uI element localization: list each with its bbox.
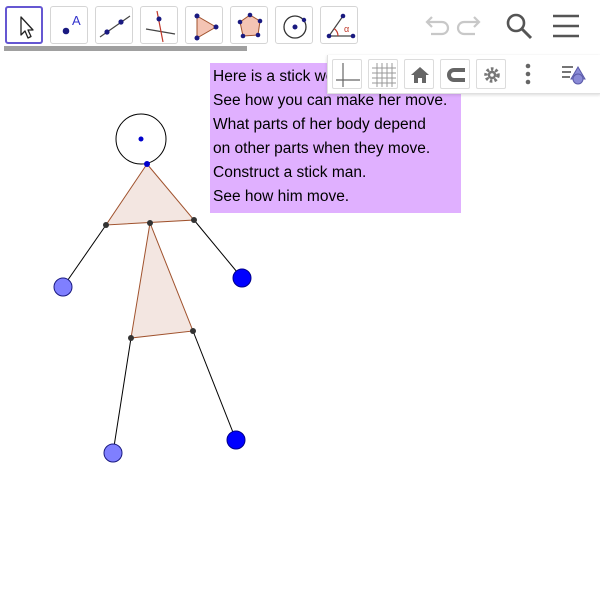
view-toggle-icon bbox=[562, 66, 586, 85]
right-leg[interactable] bbox=[192, 330, 237, 441]
standard-view-button[interactable] bbox=[404, 59, 434, 89]
settings-button[interactable] bbox=[476, 59, 506, 89]
settings-icon bbox=[484, 67, 500, 83]
left-leg[interactable] bbox=[112, 337, 132, 454]
home-icon bbox=[411, 67, 429, 83]
right-arm[interactable] bbox=[193, 219, 243, 279]
upper-body-triangle[interactable] bbox=[105, 163, 196, 226]
head-center-point[interactable] bbox=[138, 136, 144, 142]
right-foot-point[interactable] bbox=[226, 430, 246, 450]
lower-body-triangle[interactable] bbox=[130, 221, 194, 339]
instruction-line-3: What parts of her body depend bbox=[213, 116, 426, 133]
instruction-line-5: Construct a stick man. bbox=[213, 164, 367, 181]
more-options-button[interactable] bbox=[513, 59, 543, 89]
point-capturing-button[interactable] bbox=[440, 59, 470, 89]
right-hand-point[interactable] bbox=[232, 268, 252, 288]
left-hip-point[interactable] bbox=[128, 335, 134, 341]
left-foot-point[interactable] bbox=[103, 443, 123, 463]
graphics-style-bar bbox=[327, 55, 600, 94]
view-toggle-button[interactable] bbox=[560, 59, 590, 89]
instruction-line-4: on other parts when they move. bbox=[213, 140, 431, 157]
left-hand-point[interactable] bbox=[53, 277, 73, 297]
grid-icon bbox=[372, 63, 396, 87]
toggle-axes-button[interactable] bbox=[332, 59, 362, 89]
instruction-line-2: See how you can make her move. bbox=[213, 92, 448, 109]
right-hip-point[interactable] bbox=[190, 328, 196, 334]
waist-point[interactable] bbox=[147, 220, 153, 226]
instruction-line-6: See how him move. bbox=[213, 188, 350, 205]
toggle-grid-button[interactable] bbox=[368, 59, 398, 89]
neck-point[interactable] bbox=[144, 161, 150, 167]
magnet-icon bbox=[447, 68, 465, 82]
right-shoulder-point[interactable] bbox=[191, 217, 197, 223]
more-vertical-icon bbox=[525, 63, 531, 85]
left-arm[interactable] bbox=[62, 224, 107, 288]
axes-icon bbox=[336, 63, 360, 87]
left-shoulder-point[interactable] bbox=[103, 222, 109, 228]
